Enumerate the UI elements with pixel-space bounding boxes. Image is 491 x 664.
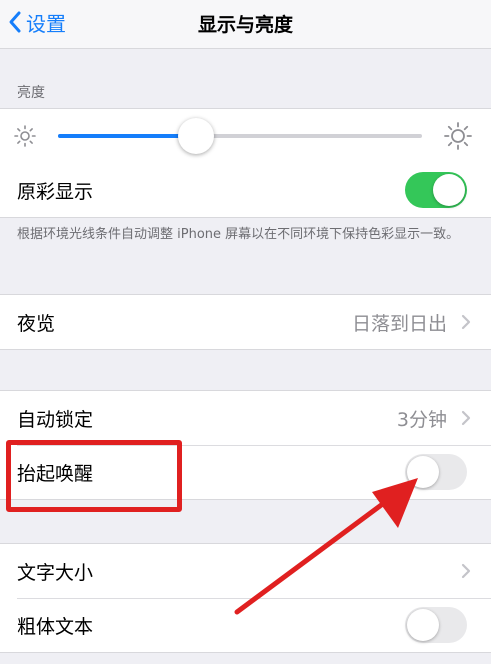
sun-small-icon: [14, 125, 36, 147]
night-shift-row[interactable]: 夜览 日落到日出: [0, 295, 491, 349]
bold-text-row: 粗体文本: [0, 598, 491, 652]
brightness-row: [0, 109, 491, 163]
auto-lock-value: 3分钟: [396, 408, 447, 431]
text-size-label: 文字大小: [17, 561, 94, 584]
night-shift-group: 夜览 日落到日出: [0, 294, 491, 350]
chevron-right-icon: [461, 314, 471, 330]
page-title: 显示与亮度: [197, 14, 293, 36]
sun-large-icon: [444, 122, 472, 150]
brightness-slider-fill: [58, 134, 197, 138]
text-size-row[interactable]: 文字大小: [0, 544, 491, 598]
night-shift-value: 日落到日出: [351, 312, 447, 335]
bold-text-toggle[interactable]: [405, 607, 467, 643]
raise-to-wake-toggle[interactable]: [405, 454, 467, 490]
brightness-slider[interactable]: [58, 118, 422, 154]
night-shift-label: 夜览: [17, 312, 56, 335]
true-tone-row: 原彩显示: [0, 163, 491, 217]
brightness-slider-thumb[interactable]: [178, 118, 215, 154]
brightness-group: 原彩显示: [0, 108, 491, 218]
chevron-right-icon: [461, 410, 471, 426]
true-tone-description: 根据环境光线条件自动调整 iPhone 屏幕以在不同环境下保持色彩显示一致。: [17, 227, 460, 242]
navigation-bar: 设置 显示与亮度: [0, 0, 491, 49]
auto-lock-row[interactable]: 自动锁定 3分钟: [0, 391, 491, 445]
bold-text-label: 粗体文本: [17, 615, 94, 638]
toggle-knob: [407, 609, 439, 641]
brightness-section-header: 亮度: [17, 85, 45, 101]
auto-lock-label: 自动锁定: [17, 408, 94, 431]
toggle-knob: [433, 174, 465, 206]
toggle-knob: [407, 456, 439, 488]
text-group: 文字大小 粗体文本: [0, 543, 491, 653]
annotation-highlight-box: [6, 440, 182, 512]
chevron-right-icon: [461, 563, 471, 579]
true-tone-label: 原彩显示: [17, 180, 94, 203]
true-tone-toggle[interactable]: [405, 172, 467, 208]
